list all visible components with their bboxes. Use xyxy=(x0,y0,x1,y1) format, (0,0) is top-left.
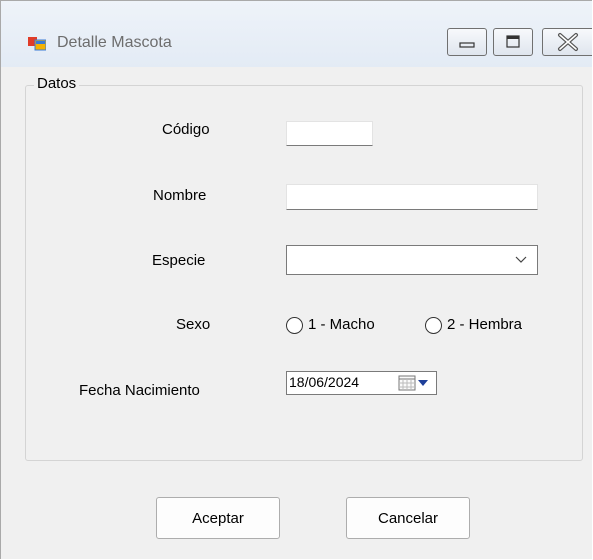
window-title: Detalle Mascota xyxy=(57,34,172,51)
maximize-button[interactable] xyxy=(493,28,533,56)
especie-label: Especie xyxy=(152,252,206,269)
minimize-icon xyxy=(459,42,475,48)
nombre-input[interactable] xyxy=(286,184,538,210)
codigo-label: Código xyxy=(162,121,210,138)
fecha-nacimiento-value: 18/06/2024 xyxy=(289,374,360,390)
sexo-label: Sexo xyxy=(176,316,211,333)
app-window-icon xyxy=(28,37,46,51)
fecha-nacimiento-label: Fecha Nacimiento xyxy=(79,382,200,399)
sexo-hembra-radio[interactable] xyxy=(425,317,442,334)
maximize-icon xyxy=(506,35,520,48)
groupbox-title: Datos xyxy=(34,75,80,92)
calendar-icon[interactable] xyxy=(398,375,432,391)
sexo-hembra-label[interactable]: 2 - Hembra xyxy=(447,316,522,333)
chevron-down-icon xyxy=(515,256,527,263)
sexo-macho-radio[interactable] xyxy=(286,317,303,334)
title-bar[interactable]: Detalle Mascota xyxy=(1,1,592,67)
fecha-nacimiento-datepicker[interactable]: 18/06/2024 xyxy=(286,371,437,395)
close-button[interactable] xyxy=(542,28,592,56)
close-icon xyxy=(558,33,578,51)
nombre-label: Nombre xyxy=(153,187,207,204)
minimize-button[interactable] xyxy=(447,28,487,56)
codigo-input[interactable] xyxy=(286,121,373,146)
aceptar-button[interactable]: Aceptar xyxy=(156,497,280,539)
cancelar-button[interactable]: Cancelar xyxy=(346,497,470,539)
sexo-macho-label[interactable]: 1 - Macho xyxy=(308,316,375,333)
especie-combobox[interactable] xyxy=(286,245,538,275)
detalle-mascota-window: Detalle Mascota Datos Código Nombre Espe… xyxy=(0,0,592,559)
